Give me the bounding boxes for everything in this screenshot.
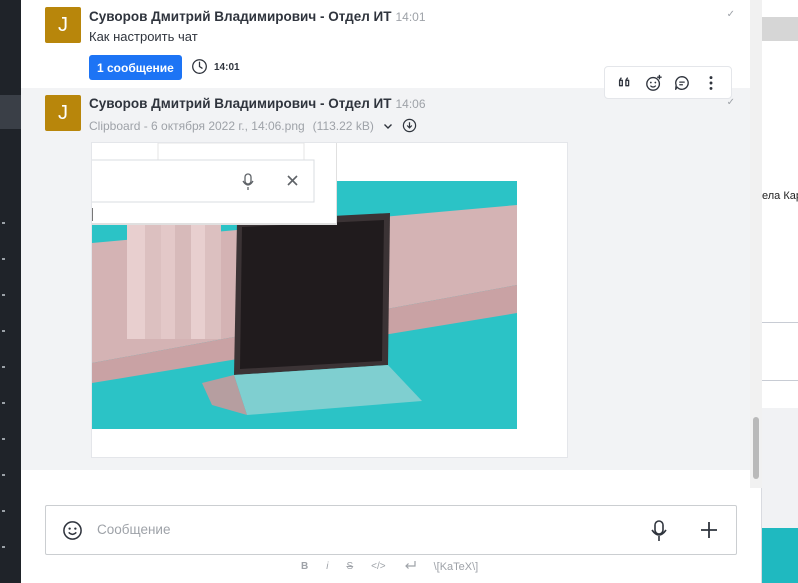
message-header: Суворов Дмитрий Владимирович - Отдел ИТ 1… xyxy=(89,96,426,111)
background-window: ела Кар xyxy=(762,0,798,583)
background-divider xyxy=(762,322,798,323)
message-time: 14:06 xyxy=(395,97,426,111)
plus-icon[interactable] xyxy=(698,519,720,541)
clock-icon xyxy=(192,59,207,74)
italic-button[interactable]: i xyxy=(326,561,328,572)
message-text: Как настроить чат xyxy=(89,29,198,44)
rail-marker xyxy=(2,438,5,440)
message-header: Суворов Дмитрий Владимирович - Отдел ИТ 1… xyxy=(89,9,426,24)
rail-marker xyxy=(2,366,5,368)
message-composer[interactable]: Сообщение xyxy=(45,505,737,555)
rail-marker xyxy=(2,510,5,512)
message: J Суворов Дмитрий Владимирович - Отдел И… xyxy=(21,88,753,470)
message-time: 14:01 xyxy=(395,10,426,24)
strike-button[interactable]: S xyxy=(346,561,353,572)
background-image xyxy=(762,528,798,583)
microphone-icon[interactable] xyxy=(648,519,670,543)
chevron-down-icon[interactable] xyxy=(382,120,394,132)
read-check-icon: ✓ xyxy=(726,9,735,20)
reply-thread-icon[interactable] xyxy=(671,72,693,94)
background-panel xyxy=(762,408,798,528)
screen: ела Кар J Суворов Дмитрий Владимирович -… xyxy=(0,0,798,583)
add-reaction-icon[interactable] xyxy=(643,72,665,94)
message-input[interactable]: Сообщение xyxy=(97,522,170,537)
attachment-size: (113.22 kB) xyxy=(312,118,374,133)
rail-marker xyxy=(2,474,5,476)
rail-marker xyxy=(2,294,5,296)
chat-panel: J Суворов Дмитрий Владимирович - Отдел И… xyxy=(21,0,762,583)
avatar[interactable]: J xyxy=(45,95,81,131)
multiline-icon[interactable] xyxy=(404,560,416,573)
rail-marker xyxy=(2,222,5,224)
background-divider xyxy=(762,380,798,381)
katex-button[interactable]: \[KaTeX\] xyxy=(434,561,479,573)
kebab-menu-icon[interactable] xyxy=(700,72,722,94)
attachment-image[interactable] xyxy=(91,142,568,458)
left-rail xyxy=(0,0,21,583)
background-header-band xyxy=(762,17,798,41)
rail-marker xyxy=(2,330,5,332)
code-button[interactable]: </> xyxy=(371,561,385,572)
scrollbar-thumb[interactable] xyxy=(753,417,759,479)
thread-last-time: 14:01 xyxy=(214,62,240,73)
chat-scrollbar[interactable] xyxy=(750,0,762,488)
attachment-name[interactable]: Clipboard - 6 октября 2022 г., 14:06.png xyxy=(89,119,305,133)
background-text: ела Кар xyxy=(762,190,798,202)
rail-marker xyxy=(2,546,5,548)
bold-button[interactable]: B xyxy=(301,561,308,572)
quote-icon[interactable] xyxy=(614,72,636,94)
emoji-icon[interactable] xyxy=(62,520,83,541)
rail-marker xyxy=(2,402,5,404)
message-actions-toolbar xyxy=(604,66,732,99)
rail-marker xyxy=(2,258,5,260)
left-rail-active-item[interactable] xyxy=(0,95,21,129)
download-icon[interactable] xyxy=(402,118,417,133)
author-name[interactable]: Суворов Дмитрий Владимирович - Отдел ИТ xyxy=(89,9,391,24)
screenshot-image xyxy=(92,143,567,457)
thread-replies-button[interactable]: 1 сообщение xyxy=(89,55,182,80)
formatting-toolbar: B i S </> \[KaTeX\] xyxy=(301,560,478,573)
avatar[interactable]: J xyxy=(45,7,81,43)
author-name[interactable]: Суворов Дмитрий Владимирович - Отдел ИТ xyxy=(89,96,391,111)
attachment-info: Clipboard - 6 октября 2022 г., 14:06.png… xyxy=(89,118,417,133)
